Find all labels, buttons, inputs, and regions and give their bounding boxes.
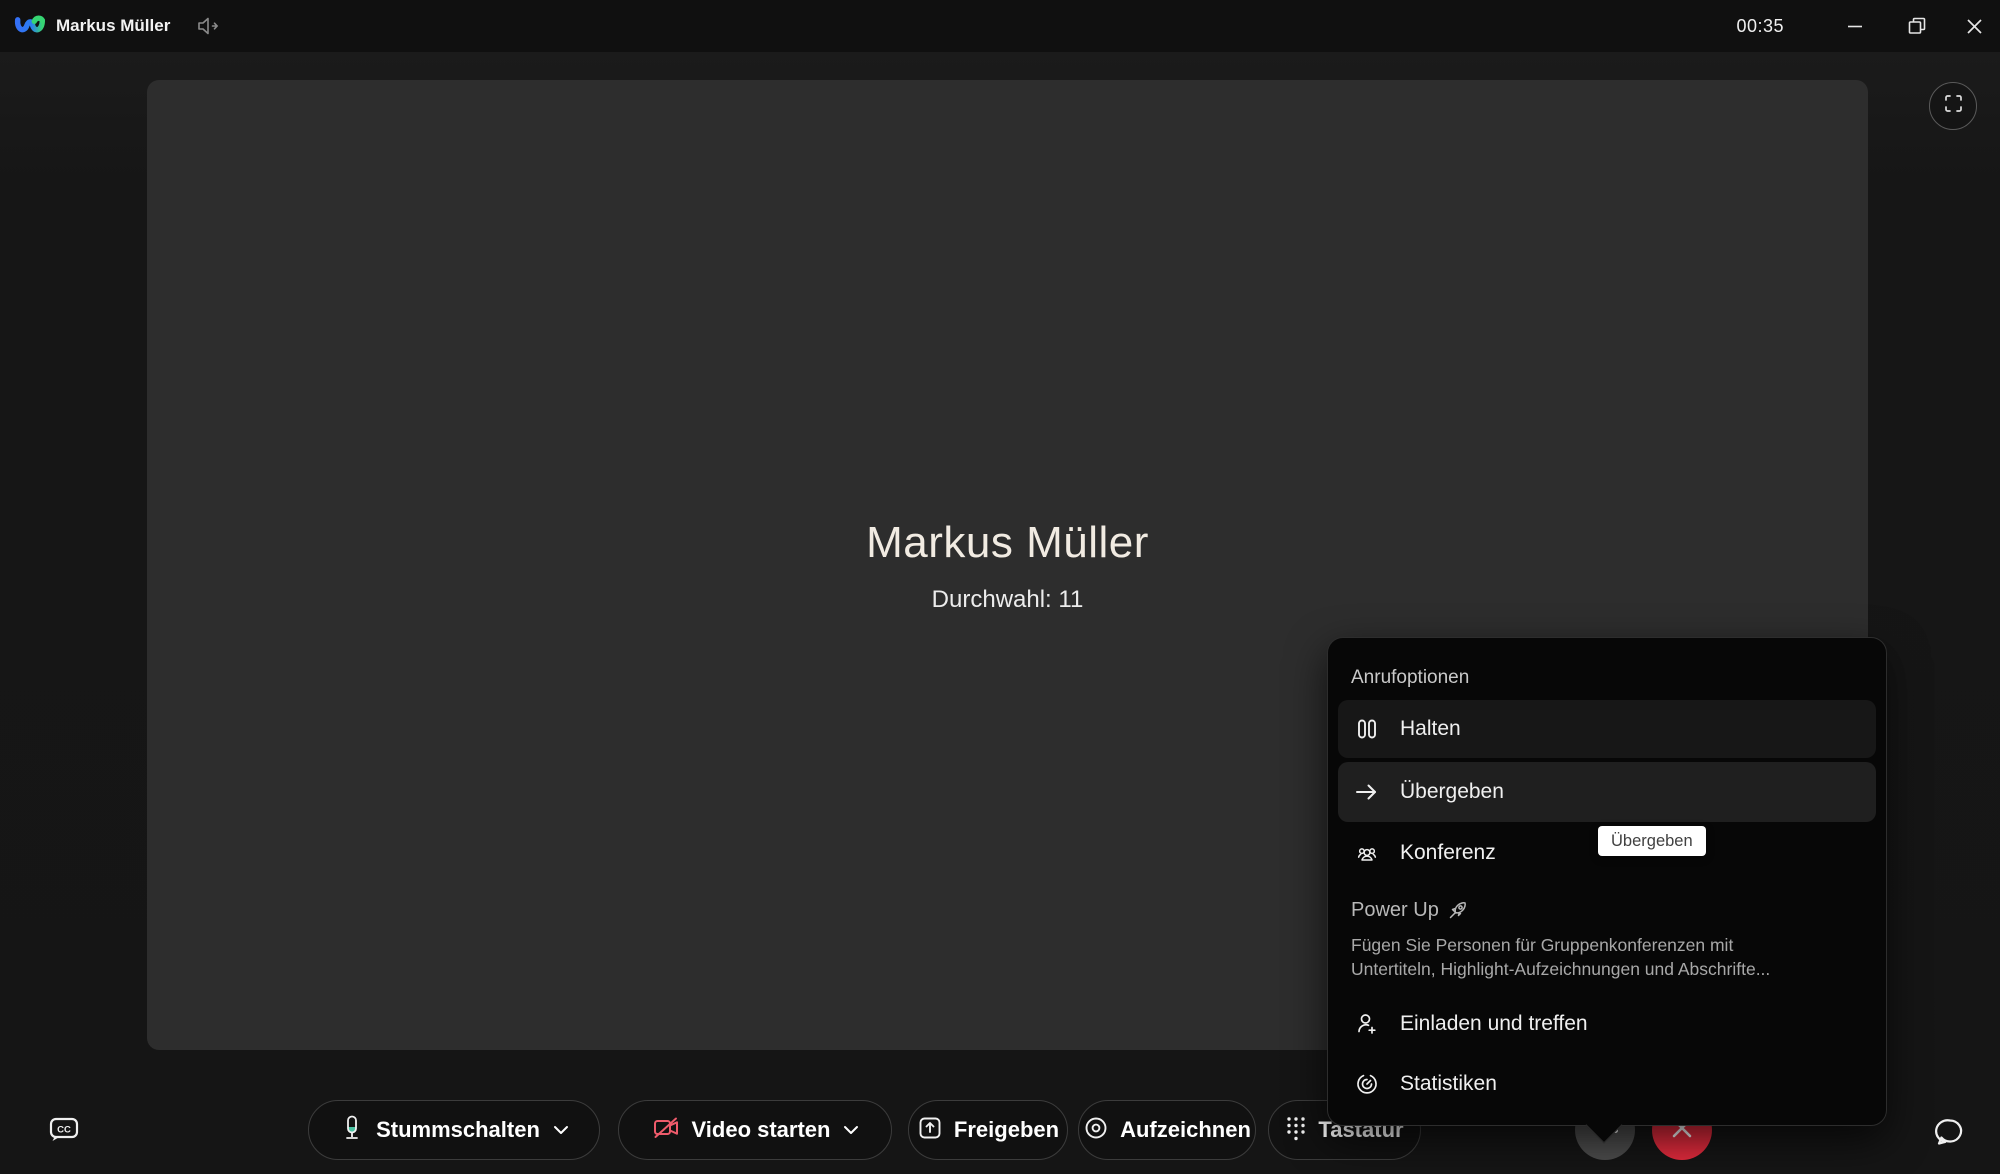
menu-item-label: Einladen und treffen bbox=[1400, 1012, 1588, 1036]
call-timer: 00:35 bbox=[1736, 16, 1784, 37]
power-up-description: Fügen Sie Personen für Gruppenkonferenze… bbox=[1351, 934, 1886, 981]
titlebar: Markus Müller 00:35 bbox=[0, 0, 2000, 52]
chat-button[interactable] bbox=[1930, 1114, 1970, 1154]
record-button[interactable]: Aufzeichnen bbox=[1078, 1100, 1256, 1160]
rocket-icon bbox=[1447, 900, 1468, 921]
person-add-icon bbox=[1354, 1012, 1380, 1036]
close-button[interactable] bbox=[1948, 0, 2000, 52]
webex-logo-icon bbox=[14, 13, 46, 39]
speaker-icon bbox=[196, 15, 222, 37]
closed-captions-button[interactable]: CC bbox=[44, 1112, 84, 1152]
share-button[interactable]: Freigeben bbox=[908, 1100, 1068, 1160]
chevron-down-icon[interactable] bbox=[843, 1125, 859, 1135]
window-title: Markus Müller bbox=[56, 16, 170, 36]
participant-extension: Durchwahl: 11 bbox=[147, 586, 1868, 614]
camera-off-icon bbox=[651, 1115, 681, 1146]
menu-item-hold[interactable]: Halten bbox=[1338, 700, 1876, 758]
power-up-label: Power Up bbox=[1351, 899, 1439, 922]
closed-captions-icon: CC bbox=[47, 1115, 81, 1150]
fullscreen-button[interactable] bbox=[1929, 82, 1977, 130]
menu-item-label: Halten bbox=[1400, 717, 1461, 741]
people-icon bbox=[1354, 842, 1380, 864]
call-options-menu: Anrufoptionen Halten Übergebe bbox=[1327, 637, 1887, 1126]
dialpad-icon bbox=[1285, 1115, 1307, 1146]
share-icon bbox=[917, 1115, 943, 1146]
arrow-right-icon bbox=[1354, 781, 1380, 803]
chevron-down-icon[interactable] bbox=[553, 1125, 569, 1135]
transfer-tooltip: Übergeben bbox=[1598, 826, 1706, 856]
menu-item-invite-and-meet[interactable]: Einladen und treffen bbox=[1338, 995, 1876, 1053]
restore-button[interactable] bbox=[1886, 0, 1948, 52]
fullscreen-icon bbox=[1944, 94, 1963, 118]
participant-name-block: Markus Müller Durchwahl: 11 bbox=[147, 518, 1868, 614]
menu-item-transfer[interactable]: Übergeben bbox=[1338, 762, 1876, 822]
menu-item-label: Konferenz bbox=[1400, 841, 1496, 865]
menu-title: Anrufoptionen bbox=[1351, 664, 1886, 692]
menu-item-label: Übergeben bbox=[1400, 780, 1504, 804]
start-video-label: Video starten bbox=[692, 1117, 831, 1143]
chat-bubble-icon bbox=[1934, 1117, 1966, 1152]
minimize-button[interactable] bbox=[1824, 0, 1886, 52]
record-icon bbox=[1083, 1115, 1109, 1146]
power-up-header: Power Up bbox=[1351, 896, 1886, 924]
menu-item-statistics[interactable]: Statistiken bbox=[1338, 1055, 1876, 1113]
menu-item-label: Statistiken bbox=[1400, 1072, 1497, 1096]
stats-donut-icon bbox=[1354, 1072, 1380, 1096]
share-label: Freigeben bbox=[954, 1117, 1059, 1143]
participant-name: Markus Müller bbox=[147, 518, 1868, 568]
call-stage: Markus Müller Durchwahl: 11 Anrufoptione… bbox=[0, 52, 2000, 1174]
pause-icon bbox=[1354, 717, 1380, 741]
webex-call-window: Markus Müller 00:35 Markus bbox=[0, 0, 2000, 1174]
microphone-icon bbox=[339, 1114, 365, 1147]
mute-label: Stummschalten bbox=[376, 1117, 540, 1143]
mute-button[interactable]: Stummschalten bbox=[308, 1100, 600, 1160]
start-video-button[interactable]: Video starten bbox=[618, 1100, 892, 1160]
svg-text:CC: CC bbox=[57, 1124, 71, 1135]
record-label: Aufzeichnen bbox=[1120, 1117, 1251, 1143]
